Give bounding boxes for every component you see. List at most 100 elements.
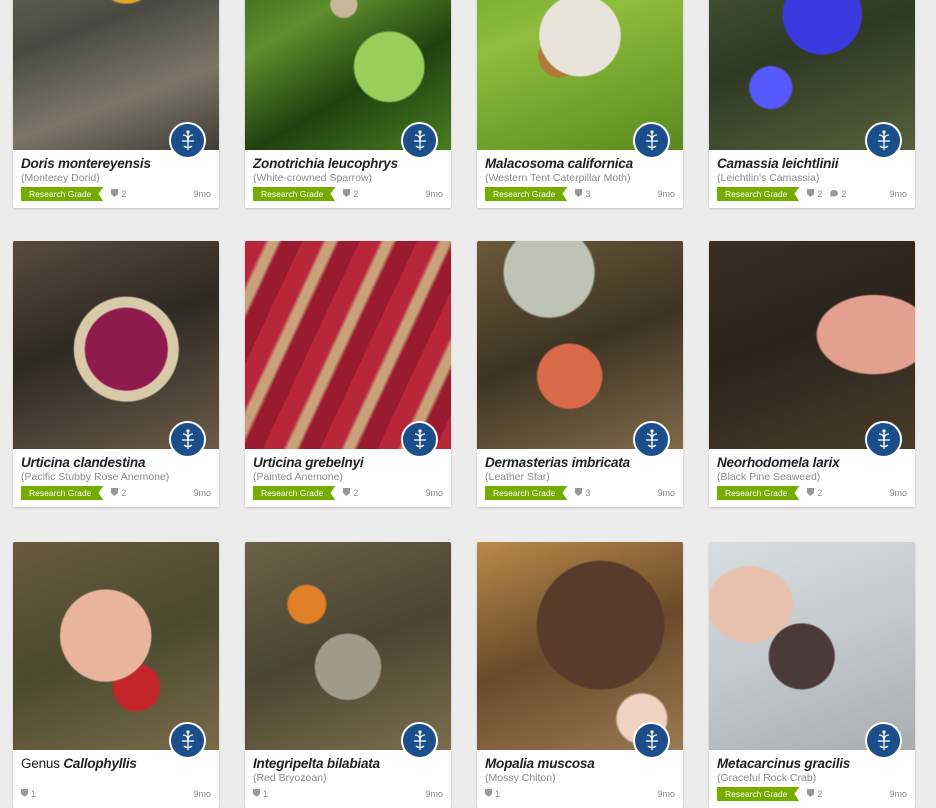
observation-photo[interactable] — [245, 542, 451, 759]
observation-photo[interactable] — [477, 241, 683, 458]
observation-card[interactable]: Doris montereyensis (Monterey Dorid) Res… — [13, 0, 219, 208]
observation-meta: Research Grade 2 2 9mo — [717, 187, 907, 201]
observation-photo[interactable] — [245, 241, 451, 458]
scientific-name-text[interactable]: Callophyllis — [63, 756, 137, 771]
identifications-value: 2 — [121, 189, 127, 199]
observation-photo[interactable] — [477, 0, 683, 159]
identifications-value: 2 — [121, 488, 127, 498]
identifications-count: 2 — [111, 488, 126, 498]
observation-age: 9mo — [193, 789, 211, 799]
common-name: (White-crowned Sparrow) — [253, 172, 373, 184]
identification-tag-icon — [575, 488, 585, 498]
identifications-count: 2 — [807, 789, 822, 799]
inaturalist-logo-icon[interactable] — [865, 122, 902, 159]
inaturalist-logo-icon[interactable] — [633, 122, 670, 159]
identifications-value: 2 — [353, 189, 359, 199]
inaturalist-logo-icon[interactable] — [401, 722, 438, 759]
observation-card[interactable]: Dermasterias imbricata (Leather Star) Re… — [477, 241, 683, 507]
identifications-value: 3 — [585, 189, 591, 199]
quality-grade-badge: Research Grade — [717, 486, 799, 500]
observation-photo[interactable] — [245, 0, 451, 159]
identification-tag-icon — [807, 488, 817, 498]
observation-photo[interactable] — [13, 542, 219, 759]
identifications-value: 2 — [817, 189, 823, 199]
scientific-name-text[interactable]: Camassia leichtlinii — [717, 156, 839, 171]
quality-grade-badge: Research Grade — [21, 187, 103, 201]
inaturalist-logo-icon[interactable] — [169, 421, 206, 458]
scientific-name-text[interactable]: Malacosoma californica — [485, 156, 633, 171]
observation-meta: Research Grade 2 9mo — [253, 187, 443, 201]
identifications-value: 2 — [817, 488, 823, 498]
observation-age: 9mo — [889, 189, 907, 199]
identifications-count: 2 — [807, 488, 822, 498]
scientific-name-text[interactable]: Urticina clandestina — [21, 455, 145, 470]
observation-card[interactable]: Urticina grebelnyi (Painted Anemone) Res… — [245, 241, 451, 507]
inaturalist-logo-icon[interactable] — [633, 722, 670, 759]
observation-meta: 1 9mo — [253, 787, 443, 801]
observation-photo[interactable] — [709, 241, 915, 458]
quality-grade-badge: Research Grade — [253, 187, 335, 201]
common-name: (Leichtlin's Camassia) — [717, 172, 820, 184]
identifications-value: 2 — [353, 488, 359, 498]
common-name: (Graceful Rock Crab) — [717, 772, 817, 784]
observation-photo[interactable] — [709, 0, 915, 159]
scientific-name-text[interactable]: Urticina grebelnyi — [253, 455, 364, 470]
common-name: (Western Tent Caterpillar Moth) — [485, 172, 631, 184]
observation-photo[interactable] — [13, 0, 219, 159]
observation-age: 9mo — [425, 488, 443, 498]
observation-meta: Research Grade 2 9mo — [717, 486, 907, 500]
quality-grade-badge: Research Grade — [485, 486, 567, 500]
observation-card[interactable]: Urticina clandestina (Pacific Stubby Ros… — [13, 241, 219, 507]
scientific-name-text[interactable]: Neorhodomela larix — [717, 455, 840, 470]
observation-age: 9mo — [889, 789, 907, 799]
common-name: (Painted Anemone) — [253, 471, 343, 483]
identification-tag-icon — [111, 488, 121, 498]
observation-meta: Research Grade 2 9mo — [253, 486, 443, 500]
inaturalist-logo-icon[interactable] — [633, 421, 670, 458]
common-name: (Mossy Chiton) — [485, 772, 556, 784]
comments-count: 2 — [830, 189, 846, 199]
observation-card[interactable]: Neorhodomela larix (Black Pine Seaweed) … — [709, 241, 915, 507]
identifications-value: 1 — [495, 789, 501, 799]
observation-photo[interactable] — [13, 241, 219, 458]
inaturalist-logo-icon[interactable] — [401, 421, 438, 458]
identification-tag-icon — [485, 789, 495, 799]
identification-tag-icon — [343, 488, 353, 498]
identifications-value: 2 — [817, 789, 823, 799]
inaturalist-logo-icon[interactable] — [169, 122, 206, 159]
scientific-name-text[interactable]: Doris montereyensis — [21, 156, 151, 171]
observation-card[interactable]: Genus Callophyllis 1 9mo — [13, 542, 219, 808]
observation-card[interactable]: Camassia leichtlinii (Leichtlin's Camass… — [709, 0, 915, 208]
observation-card[interactable]: Malacosoma californica (Western Tent Cat… — [477, 0, 683, 208]
observation-age: 9mo — [193, 488, 211, 498]
identifications-value: 1 — [263, 789, 269, 799]
observation-photo[interactable] — [477, 542, 683, 759]
observation-age: 9mo — [889, 488, 907, 498]
scientific-name-text[interactable]: Dermasterias imbricata — [485, 455, 630, 470]
observation-card[interactable]: Mopalia muscosa (Mossy Chiton) 1 9mo — [477, 542, 683, 808]
identifications-count: 3 — [575, 189, 590, 199]
identifications-count: 1 — [253, 789, 268, 799]
inaturalist-logo-icon[interactable] — [401, 122, 438, 159]
scientific-name-text[interactable]: Integripelta bilabiata — [253, 756, 380, 771]
observation-card[interactable]: Integripelta bilabiata (Red Bryozoan) 1 … — [245, 542, 451, 808]
scientific-name-text[interactable]: Zonotrichia leucophrys — [253, 156, 398, 171]
identification-tag-icon — [575, 189, 585, 199]
observation-age: 9mo — [425, 789, 443, 799]
observation-age: 9mo — [657, 789, 675, 799]
identification-tag-icon — [343, 189, 353, 199]
identifications-count: 2 — [343, 488, 358, 498]
identification-tag-icon — [807, 789, 817, 799]
observation-age: 9mo — [193, 189, 211, 199]
observation-card[interactable]: Metacarcinus gracilis (Graceful Rock Cra… — [709, 542, 915, 808]
identifications-count: 2 — [111, 189, 126, 199]
inaturalist-logo-icon[interactable] — [865, 722, 902, 759]
taxon-rank: Genus — [21, 756, 60, 771]
inaturalist-logo-icon[interactable] — [169, 722, 206, 759]
observation-photo[interactable] — [709, 542, 915, 759]
inaturalist-logo-icon[interactable] — [865, 421, 902, 458]
observation-card[interactable]: Zonotrichia leucophrys (White-crowned Sp… — [245, 0, 451, 208]
quality-grade-badge: Research Grade — [485, 187, 567, 201]
scientific-name-text[interactable]: Metacarcinus gracilis — [717, 756, 850, 771]
scientific-name-text[interactable]: Mopalia muscosa — [485, 756, 595, 771]
